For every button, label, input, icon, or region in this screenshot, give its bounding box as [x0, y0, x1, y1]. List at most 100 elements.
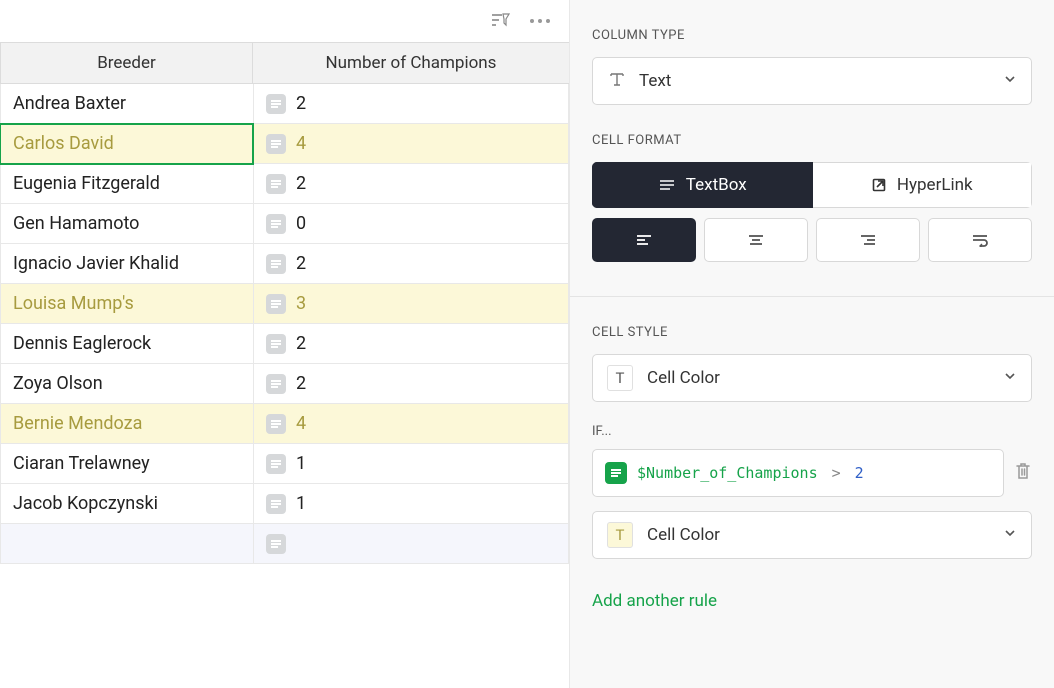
row-expand-icon[interactable]	[266, 254, 286, 274]
rule-formula-input[interactable]: $Number_of_Champions > 2	[592, 449, 1004, 497]
table-row[interactable]: Ignacio Javier Khalid 2	[0, 244, 569, 284]
champions-value: 3	[296, 293, 306, 314]
chevron-down-icon	[1003, 525, 1017, 545]
more-icon[interactable]	[529, 10, 551, 32]
cell-champions[interactable]: 3	[253, 284, 569, 324]
row-expand-icon[interactable]	[266, 494, 286, 514]
cell-breeder[interactable]: Ignacio Javier Khalid	[0, 244, 253, 284]
row-expand-icon[interactable]	[266, 374, 286, 394]
rule-cell-style-value: Cell Color	[647, 525, 720, 545]
chevron-down-icon	[1003, 71, 1017, 91]
column-type-select[interactable]: Text	[592, 57, 1032, 105]
cell-champions[interactable]: 2	[253, 84, 569, 124]
style-swatch-highlight: T	[607, 522, 633, 548]
champions-value: 0	[296, 213, 306, 234]
cell-champions[interactable]: 4	[253, 404, 569, 444]
formula-icon	[605, 462, 627, 484]
table-row[interactable]: Ciaran Trelawney 1	[0, 444, 569, 484]
table-row[interactable]: Jacob Kopczynski 1	[0, 484, 569, 524]
formula-operator: >	[828, 464, 845, 482]
row-expand-icon[interactable]	[266, 414, 286, 434]
cell-breeder[interactable]: Dennis Eaglerock	[0, 324, 253, 364]
cell-champions[interactable]: 2	[253, 244, 569, 284]
cell-champions[interactable]: 2	[253, 324, 569, 364]
formula-variable: $Number_of_Champions	[637, 464, 818, 482]
cell-breeder[interactable]: Andrea Baxter	[0, 84, 253, 124]
row-expand-icon[interactable]	[266, 94, 286, 114]
table-row-empty[interactable]	[0, 524, 569, 564]
row-expand-icon[interactable]	[266, 454, 286, 474]
right-panel: COLUMN TYPE Text CELL FORMAT TextBox Hyp…	[570, 0, 1054, 688]
champions-value: 2	[296, 333, 306, 354]
divider	[570, 296, 1054, 297]
text-type-icon	[607, 69, 627, 94]
champions-value: 2	[296, 93, 306, 114]
row-expand-icon[interactable]	[266, 134, 286, 154]
table-row[interactable]: Zoya Olson2	[0, 364, 569, 404]
champions-value: 1	[296, 453, 306, 474]
default-cell-style-value: Cell Color	[647, 368, 720, 388]
cell-champions[interactable]: 4	[253, 124, 569, 164]
add-rule-link[interactable]: Add another rule	[592, 591, 717, 611]
cell-champions[interactable]: 1	[253, 444, 569, 484]
cell-breeder[interactable]	[0, 524, 253, 564]
champions-value: 4	[296, 413, 306, 434]
cell-champions[interactable]: 1	[253, 484, 569, 524]
champions-value: 1	[296, 493, 306, 514]
column-type-label: COLUMN TYPE	[592, 28, 1032, 43]
cell-breeder[interactable]: Jacob Kopczynski	[0, 484, 253, 524]
cell-breeder[interactable]: Zoya Olson	[0, 364, 253, 404]
alignment-row	[592, 218, 1032, 262]
if-label: IF...	[592, 424, 1032, 439]
cell-breeder[interactable]: Gen Hamamoto	[0, 204, 253, 244]
format-hyperlink-label: HyperLink	[897, 175, 973, 195]
cell-champions[interactable]: 0	[253, 204, 569, 244]
table-toolbar	[0, 0, 569, 42]
delete-rule-button[interactable]	[1014, 461, 1032, 485]
table-row[interactable]: Louisa Mump's 3	[0, 284, 569, 324]
row-expand-icon[interactable]	[266, 334, 286, 354]
row-expand-icon[interactable]	[266, 534, 286, 554]
champions-value: 4	[296, 133, 306, 154]
cell-breeder[interactable]: Bernie Mendoza	[0, 404, 253, 444]
cell-format-segmented: TextBox HyperLink	[592, 162, 1032, 208]
table-row[interactable]: Carlos David 4	[0, 124, 569, 164]
table-row[interactable]: Gen Hamamoto 0	[0, 204, 569, 244]
column-header-champions[interactable]: Number of Champions	[253, 43, 569, 83]
format-hyperlink-button[interactable]: HyperLink	[813, 162, 1033, 208]
row-expand-icon[interactable]	[266, 214, 286, 234]
column-header-breeder[interactable]: Breeder	[0, 43, 253, 83]
align-right-button[interactable]	[816, 218, 920, 262]
rule-cell-style-select[interactable]: T Cell Color	[592, 511, 1032, 559]
cell-champions[interactable]	[253, 524, 569, 564]
table-row[interactable]: Bernie Mendoza 4	[0, 404, 569, 444]
cell-breeder[interactable]: Carlos David	[0, 124, 253, 164]
cell-format-label: CELL FORMAT	[592, 133, 1032, 148]
row-expand-icon[interactable]	[266, 294, 286, 314]
cell-breeder[interactable]: Eugenia Fitzgerald	[0, 164, 253, 204]
cell-breeder[interactable]: Ciaran Trelawney	[0, 444, 253, 484]
table-row[interactable]: Dennis Eaglerock 2	[0, 324, 569, 364]
filter-sort-icon[interactable]	[489, 10, 511, 32]
cell-champions[interactable]: 2	[253, 364, 569, 404]
align-wrap-button[interactable]	[928, 218, 1032, 262]
champions-value: 2	[296, 253, 306, 274]
table-row[interactable]: Eugenia Fitzgerald 2	[0, 164, 569, 204]
format-textbox-label: TextBox	[686, 175, 747, 195]
align-center-button[interactable]	[704, 218, 808, 262]
left-pane: Breeder Number of Champions Andrea Baxte…	[0, 0, 570, 688]
cell-breeder[interactable]: Louisa Mump's	[0, 284, 253, 324]
cell-champions[interactable]: 2	[253, 164, 569, 204]
table-body: Andrea Baxter 2 Carlos David 4 Eugenia Fitzg…	[0, 84, 569, 564]
table-row[interactable]: Andrea Baxter 2	[0, 84, 569, 124]
chevron-down-icon	[1003, 368, 1017, 388]
cell-style-label: CELL STYLE	[592, 325, 1032, 340]
align-left-button[interactable]	[592, 218, 696, 262]
data-table: Breeder Number of Champions Andrea Baxte…	[0, 42, 569, 564]
column-type-value: Text	[639, 71, 671, 91]
champions-value: 2	[296, 173, 306, 194]
table-header: Breeder Number of Champions	[0, 43, 569, 84]
row-expand-icon[interactable]	[266, 174, 286, 194]
format-textbox-button[interactable]: TextBox	[592, 162, 813, 208]
default-cell-style-select[interactable]: T Cell Color	[592, 354, 1032, 402]
